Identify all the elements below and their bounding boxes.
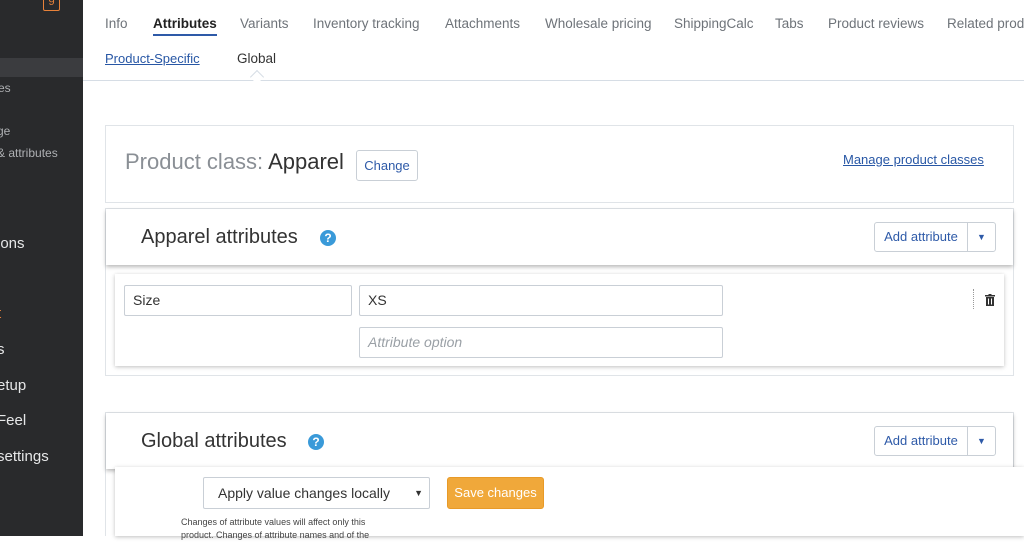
drag-handle-icon[interactable] <box>973 289 975 309</box>
manage-product-classes-link[interactable]: Manage product classes <box>843 152 984 167</box>
tab-attachments[interactable]: Attachments <box>445 16 520 31</box>
add-attribute-dropdown: Add attribute ▼ <box>874 222 996 252</box>
attribute-row: Size XS Attribute option <box>115 274 1004 366</box>
chevron-down-icon[interactable]: ▼ <box>968 427 995 455</box>
change-class-button[interactable]: Change <box>356 150 418 181</box>
notification-badge[interactable]: 9 <box>43 0 60 11</box>
global-attributes-header: Global attributes ? Add attribute ▼ <box>106 413 1013 469</box>
tab-shippingcalc[interactable]: ShippingCalc <box>674 16 754 31</box>
sidebar-item-3[interactable]: ions <box>0 235 25 252</box>
global-attributes-title: Global attributes <box>141 430 287 452</box>
save-changes-button[interactable]: Save changes <box>447 477 544 509</box>
tab-info[interactable]: Info <box>105 16 128 31</box>
apparel-attributes-header: Apparel attributes ? Add attribute ▼ <box>106 209 1013 265</box>
sidebar-item-8[interactable]: settings <box>0 448 49 465</box>
active-subtab-caret <box>249 69 265 85</box>
tab-variants[interactable]: Variants <box>240 16 289 31</box>
sidebar-item-2[interactable]: & attributes <box>0 146 58 160</box>
sidebar: 9 es ge & attributes ions t s etup Feel … <box>0 0 83 536</box>
tab-wholesale-pricing[interactable]: Wholesale pricing <box>545 16 652 31</box>
sidebar-item-4[interactable]: t <box>0 305 1 322</box>
product-class-panel: Product class: Apparel Change Manage pro… <box>105 125 1014 203</box>
help-icon[interactable]: ? <box>320 230 336 246</box>
subtab-product-specific[interactable]: Product-Specific <box>105 51 200 66</box>
sidebar-item-7[interactable]: Feel <box>0 412 26 429</box>
sidebar-active-indicator <box>0 58 83 77</box>
sidebar-item-0[interactable]: es <box>0 81 11 95</box>
sidebar-item-6[interactable]: etup <box>0 377 26 394</box>
attribute-subtabs: Product-Specific Global <box>83 38 1024 85</box>
attribute-name-field[interactable]: Size <box>124 285 352 316</box>
tab-inventory-tracking[interactable]: Inventory tracking <box>313 16 420 31</box>
tab-product-reviews[interactable]: Product reviews <box>828 16 924 31</box>
add-global-attribute-dropdown: Add attribute ▼ <box>874 426 996 456</box>
tab-tabs[interactable]: Tabs <box>775 16 804 31</box>
apparel-attributes-title: Apparel attributes <box>141 226 298 248</box>
chevron-down-icon: ▼ <box>414 488 423 498</box>
attribute-value-field[interactable]: XS <box>359 285 723 316</box>
attribute-option-input[interactable]: Attribute option <box>359 327 723 358</box>
product-tabs: Info Attributes Variants Inventory track… <box>83 0 1024 38</box>
changes-note: Changes of attribute values will affect … <box>181 517 370 540</box>
add-global-attribute-button[interactable]: Add attribute <box>875 427 968 455</box>
sidebar-item-5[interactable]: s <box>0 341 5 358</box>
subtab-global[interactable]: Global <box>237 51 276 66</box>
tab-related-products[interactable]: Related prod <box>947 16 1024 31</box>
apply-changes-value: Apply value changes locally <box>218 485 390 501</box>
sidebar-item-1[interactable]: ge <box>0 124 10 138</box>
chevron-down-icon[interactable]: ▼ <box>968 223 995 251</box>
product-class-label: Product class: Apparel <box>125 149 344 175</box>
help-icon[interactable]: ? <box>308 434 324 450</box>
product-class-caption: Product class: <box>125 149 264 174</box>
trash-icon[interactable] <box>985 294 995 306</box>
product-class-value: Apparel <box>268 149 344 174</box>
apply-changes-select[interactable]: Apply value changes locally ▼ <box>203 477 430 509</box>
add-attribute-button[interactable]: Add attribute <box>875 223 968 251</box>
tab-attributes[interactable]: Attributes <box>153 16 217 36</box>
